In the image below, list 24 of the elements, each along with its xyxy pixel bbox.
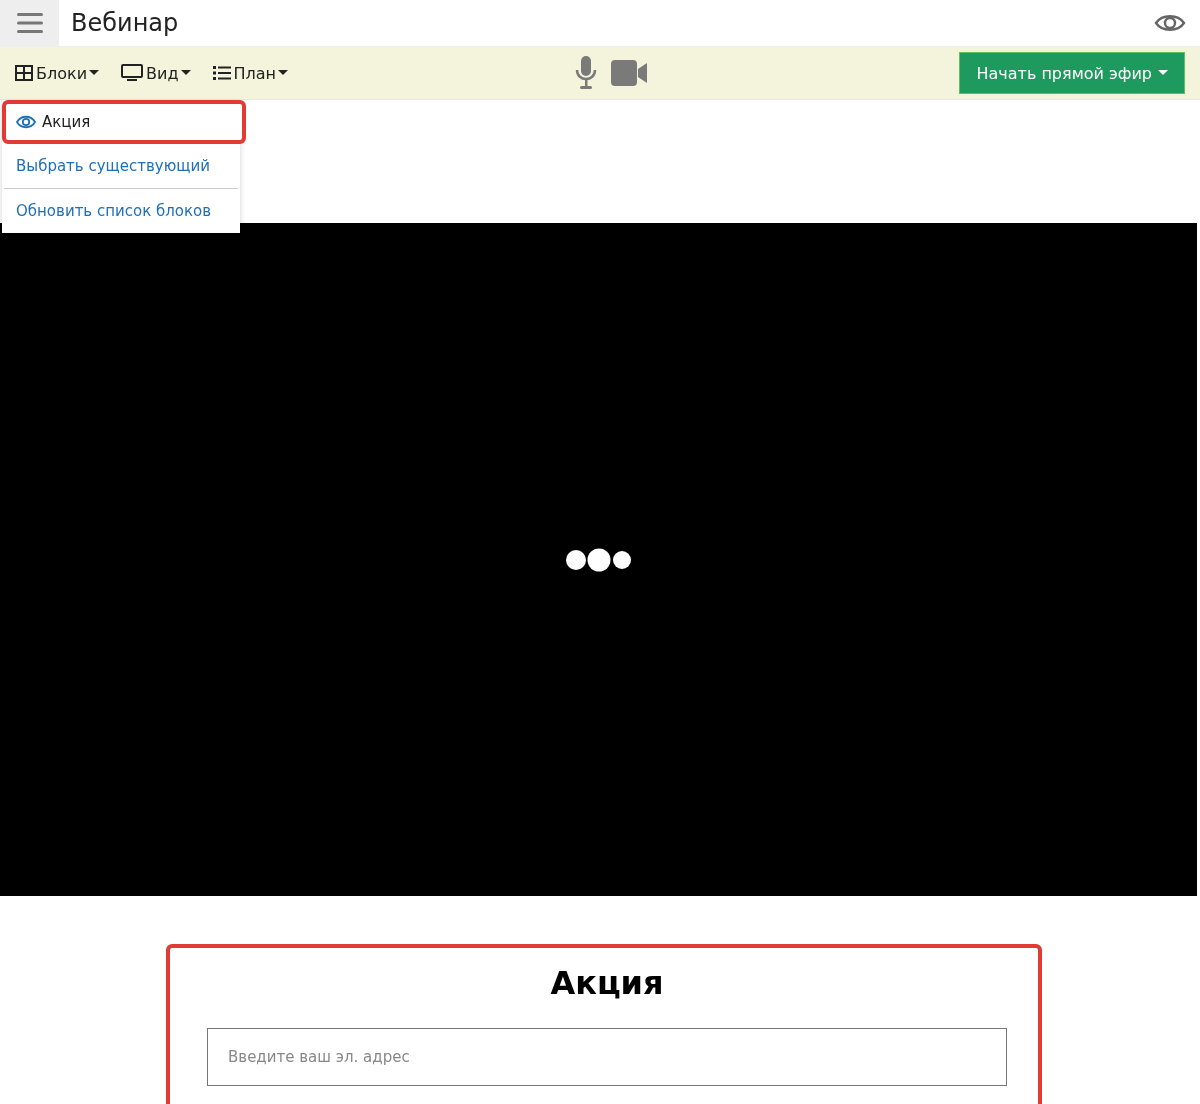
start-live-button[interactable]: Начать прямой эфир: [959, 52, 1185, 94]
dropdown-item[interactable]: Обновить список блоков: [2, 189, 240, 233]
dropdown-item[interactable]: Акция: [2, 100, 246, 144]
promo-title: Акция: [550, 964, 664, 1002]
monitor-icon: [121, 64, 144, 82]
dropdown-item[interactable]: Выбрать существующий: [2, 144, 240, 188]
caret-icon: [278, 70, 289, 76]
caret-icon: [180, 70, 191, 76]
toolbar-menu[interactable]: План: [212, 63, 289, 83]
page-title: Вебинар: [71, 9, 180, 37]
caret-icon: [1158, 70, 1168, 76]
eye-icon[interactable]: [1154, 12, 1186, 34]
list-icon: [212, 66, 231, 80]
eye-icon: [16, 115, 36, 129]
grid-icon: [15, 65, 33, 81]
menu-icon: [16, 13, 43, 33]
email-field[interactable]: Введите ваш эл. адрес: [207, 1028, 1007, 1086]
microphone-icon[interactable]: [575, 56, 597, 90]
video-camera-icon[interactable]: [611, 60, 649, 86]
toolbar-menu[interactable]: Блоки: [15, 63, 100, 83]
caret-icon: [89, 70, 100, 76]
toolbar-menu[interactable]: Вид: [121, 63, 191, 83]
loading-icon: [565, 547, 632, 572]
menu-button[interactable]: [0, 0, 59, 46]
